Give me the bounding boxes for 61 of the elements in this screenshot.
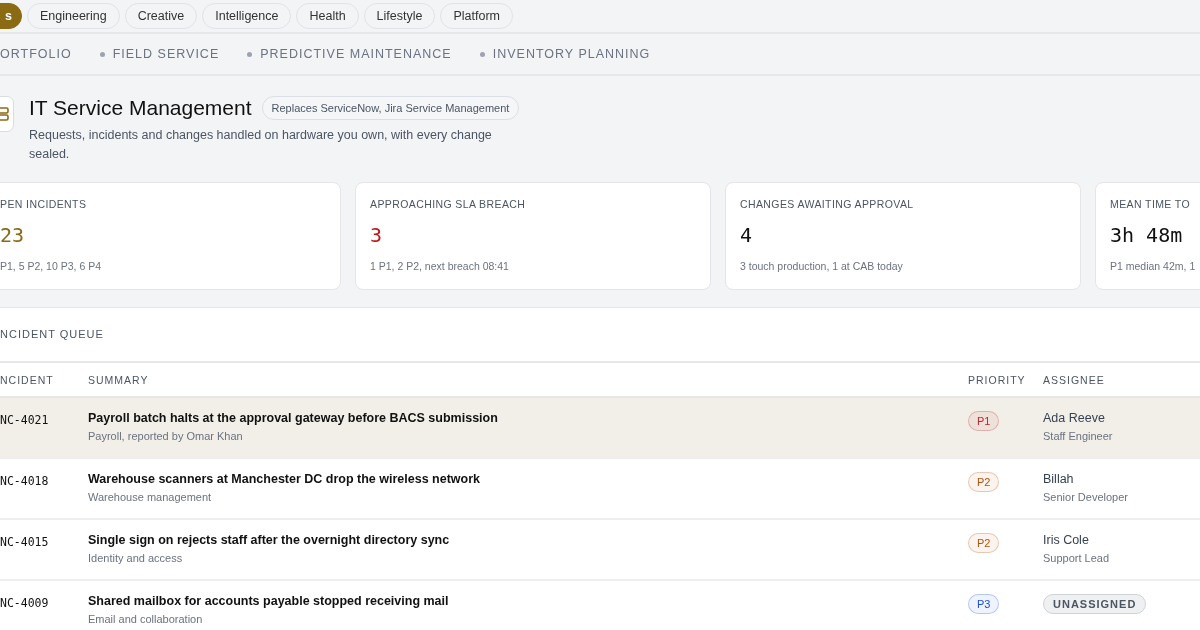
section-title: NCIDENT QUEUE: [0, 328, 1200, 363]
assignee-name: Ada Reeve: [1043, 411, 1106, 425]
column-header: PRIORITY: [968, 373, 1027, 386]
incident-row[interactable]: NC-4018 Warehouse scanners at Manchester DC drop the wireless network Warehouse management P2 Billah Senior Developer: [0, 459, 1200, 520]
assignee-role: Staff Engineer: [1043, 430, 1114, 442]
stat-label: PEN INCIDENTS: [0, 198, 88, 210]
category-chip[interactable]: s: [0, 3, 22, 29]
priority-badge: P3: [968, 594, 1000, 614]
category-chip[interactable]: Health: [296, 3, 359, 29]
page-description: Requests, incidents and changes handled on hardware you own, with every change sealed.: [29, 127, 493, 163]
priority-badge: P2: [968, 472, 1000, 492]
column-header: ASSIGNEE: [1043, 373, 1106, 386]
stat-value: 3: [370, 223, 384, 247]
category-chip[interactable]: Intelligence: [202, 3, 292, 29]
incident-summary: Warehouse scanners at Manchester DC drop the wireless network: [88, 472, 482, 486]
incident-id: NC-4009: [0, 595, 50, 610]
priority-badge: P1: [968, 411, 1000, 431]
incident-id: NC-4018: [0, 473, 50, 488]
assignee-name: Iris Cole: [1043, 533, 1090, 547]
incident-summary: Single sign on rejects staff after the overnight directory sync: [88, 533, 451, 547]
replaces-badge: Replaces ServiceNow, Jira Service Management: [261, 96, 520, 120]
subnav-link[interactable]: PREDICTIVE MAINTENANCE: [260, 47, 452, 61]
subnav-link[interactable]: FIELD SERVICE: [112, 47, 220, 61]
stat-note: P1 median 42m, 1: [1110, 260, 1197, 272]
assignee-role: Support Lead: [1043, 552, 1111, 564]
incident-summary: Payroll batch halts at the approval gateway before BACS submission: [88, 411, 499, 425]
incident-detail: Email and collaboration: [88, 613, 204, 625]
stat-label: CHANGES AWAITING APPROVAL: [740, 198, 915, 210]
incident-id: NC-4015: [0, 534, 50, 549]
bullet-icon: [99, 51, 105, 57]
incident-row[interactable]: NC-4015 Single sign on rejects staff after the overnight directory sync Identity and access P2 Iris Cole Support Lead: [0, 520, 1200, 581]
stat-value: 23: [0, 223, 26, 247]
incident-id: NC-4021: [0, 412, 50, 427]
incident-detail: Warehouse management: [88, 491, 213, 503]
subnav-link[interactable]: ORTFOLIO: [0, 47, 72, 61]
assignee-role: Senior Developer: [1043, 491, 1129, 503]
unassigned-badge: UNASSIGNED: [1043, 594, 1147, 614]
stat-label: APPROACHING SLA BREACH: [370, 198, 527, 210]
assignee-name: Billah: [1043, 472, 1075, 486]
category-chip[interactable]: Engineering: [26, 3, 120, 29]
incident-row[interactable]: NC-4009 Shared mailbox for accounts payable stopped receiving mail Email and collaboration P3 UNASSIGNED: [0, 581, 1200, 630]
category-chip[interactable]: Lifestyle: [363, 3, 436, 29]
subnav-link[interactable]: INVENTORY PLANNING: [492, 47, 651, 61]
stat-value: 3h 48m: [1110, 223, 1184, 247]
bullet-icon: [479, 51, 485, 57]
incident-detail: Payroll, reported by Omar Khan: [88, 430, 244, 442]
stat-note: 3 touch production, 1 at CAB today: [740, 260, 904, 272]
stat-label: MEAN TIME TO: [1110, 198, 1192, 210]
incident-detail: Identity and access: [88, 552, 184, 564]
stat-note: 1 P1, 2 P2, next breach 08:41: [370, 260, 510, 272]
column-header: NCIDENT: [0, 373, 55, 386]
category-chip[interactable]: Platform: [440, 3, 513, 29]
incident-row[interactable]: NC-4021 Payroll batch halts at the approval gateway before BACS submission Payroll, reported by Omar Khan P1 Ada Reeve Staff Engineer: [0, 398, 1200, 459]
category-chip[interactable]: Creative: [124, 3, 198, 29]
incident-summary: Shared mailbox for accounts payable stopped receiving mail: [88, 594, 450, 608]
stat-value: 4: [740, 223, 754, 247]
bullet-icon: [247, 51, 253, 57]
column-header: SUMMARY: [88, 373, 150, 386]
page-title: IT Service Management: [29, 96, 252, 120]
priority-badge: P2: [968, 533, 1000, 553]
stat-note: P1, 5 P2, 10 P3, 6 P4: [0, 260, 102, 272]
